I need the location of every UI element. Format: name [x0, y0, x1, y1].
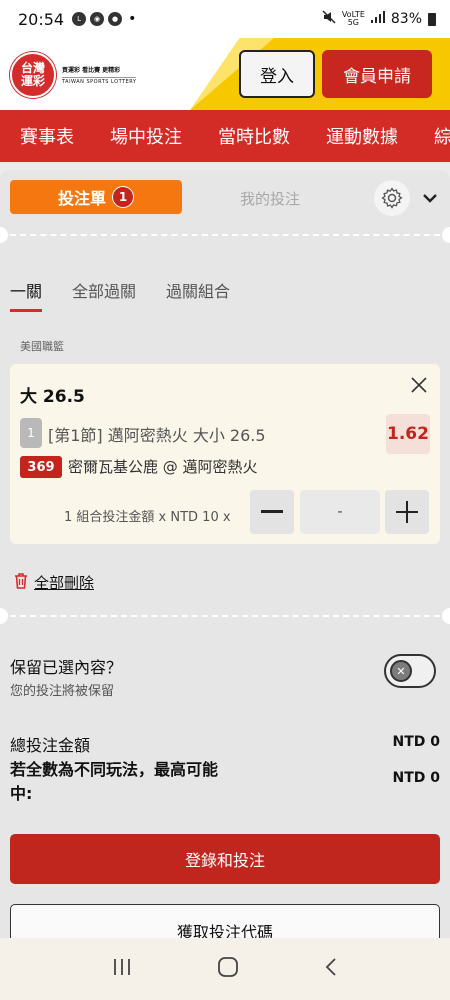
- keep-selection-title: 保留已選內容？: [10, 658, 123, 677]
- keep-selection-subtitle: 您的投注將被保留: [10, 684, 115, 699]
- period-number-chip: 1: [20, 418, 42, 448]
- total-stake-label: 總投注金額: [10, 736, 91, 755]
- bet-description: [第1節] 邁阿密熱火 大小 26.5: [48, 426, 266, 445]
- logo-english: TAIWAN SPORTS LOTTERY: [62, 77, 137, 85]
- delete-all-button[interactable]: 全部刪除: [14, 572, 94, 593]
- tab-single[interactable]: 一關: [10, 278, 43, 312]
- logo-emblem: 台灣 運彩: [10, 52, 56, 98]
- tab-parlay-combo[interactable]: 過關組合: [166, 278, 230, 302]
- status-bar: 20:54 L ◉ ● • VoLTE 5G 83%: [0, 0, 450, 38]
- site-header: 台灣 運彩 買運彩 看比賽 更精彩 TAIWAN SPORTS LOTTERY …: [0, 38, 450, 110]
- line-app-icon: L: [72, 12, 87, 26]
- taiwan-sports-lottery-logo[interactable]: 台灣 運彩 買運彩 看比賽 更精彩 TAIWAN SPORTS LOTTERY: [10, 52, 137, 98]
- register-button[interactable]: 會員申請: [322, 50, 432, 98]
- battery-percent: 83%: [390, 11, 422, 27]
- nav-item-live-betting[interactable]: 場中投注: [90, 123, 198, 149]
- keep-selection-toggle[interactable]: ✕: [384, 654, 436, 688]
- increase-stake-plus-button[interactable]: [385, 490, 429, 534]
- game-number-badge: 369: [20, 456, 62, 478]
- tab-my-bets[interactable]: 我的投注: [200, 188, 340, 209]
- max-win-value: NTD 0: [392, 770, 440, 786]
- ticket-notch-right: [442, 227, 450, 243]
- bet-card: 大 26.5 1 [第1節] 邁阿密熱火 大小 26.5 1.62 369 密爾…: [10, 364, 440, 544]
- dashed-divider-bottom: [0, 615, 450, 617]
- ticket-notch-right-2: [442, 608, 450, 624]
- nav-item-live-scores[interactable]: 當時比數: [198, 123, 306, 149]
- tab-betslip[interactable]: 投注單 1: [10, 180, 182, 214]
- delete-all-label: 全部刪除: [34, 574, 95, 592]
- betslip-panel: 投注單 1 我的投注 一關 全部過關 過關組合 美國職籃 大 26.5 1 [第…: [0, 170, 450, 1000]
- settings-gear-icon[interactable]: [374, 180, 410, 216]
- logo-tagline: 買運彩 看比賽 更精彩: [62, 67, 121, 74]
- logo-text-bottom: 運彩: [20, 74, 45, 88]
- remove-bet-close-icon[interactable]: [408, 374, 430, 396]
- back-icon[interactable]: [324, 957, 338, 981]
- bet-type-tabs: 一關 全部過關 過關組合: [10, 278, 230, 312]
- stake-amount-input[interactable]: -: [300, 490, 380, 534]
- login-button[interactable]: 登入: [239, 50, 315, 98]
- more-notifications-dot-icon: •: [128, 11, 137, 27]
- battery-icon: [428, 12, 436, 26]
- main-nav: 賽事表 場中投注 當時比數 運動數據 綜: [0, 110, 450, 162]
- bet-selection-title: 大 26.5: [20, 387, 85, 407]
- network-type-label: VoLTE 5G: [341, 10, 365, 27]
- nav-item-sports-data[interactable]: 運動數據: [306, 123, 414, 149]
- dashed-divider-top: [0, 234, 450, 236]
- match-teams: 密爾瓦基公鹿 @ 邁阿密熱火: [68, 458, 258, 476]
- logo-text: 買運彩 看比賽 更精彩 TAIWAN SPORTS LOTTERY: [62, 65, 137, 85]
- toggle-off-x-icon: ✕: [390, 660, 412, 682]
- record-icon: ●: [108, 12, 123, 26]
- max-win-label: 若全數為不同玩法，最高可能中:: [10, 760, 219, 803]
- signal-icon: [370, 11, 385, 27]
- tab-all-parlay[interactable]: 全部過關: [72, 278, 136, 302]
- mute-icon: [322, 10, 336, 28]
- nav-item-schedule[interactable]: 賽事表: [0, 123, 90, 149]
- home-icon[interactable]: [217, 956, 239, 982]
- trash-icon: [14, 572, 28, 593]
- notification-app-icon: ◉: [90, 12, 105, 26]
- decrease-stake-minus-button[interactable]: [250, 490, 294, 534]
- betslip-tabs: 投注單 1 我的投注: [0, 170, 450, 226]
- tab-betslip-label: 投注單: [57, 189, 106, 208]
- league-label: 美國職籃: [20, 340, 64, 353]
- nav-item-more[interactable]: 綜: [414, 123, 450, 149]
- system-navigation-bar: [0, 938, 450, 1000]
- login-and-bet-button[interactable]: 登錄和投注: [10, 834, 440, 884]
- betslip-count-badge: 1: [112, 186, 134, 208]
- odds-value: 1.62: [386, 414, 430, 454]
- clock: 20:54: [18, 9, 65, 29]
- total-stake-value: NTD 0: [392, 734, 440, 750]
- stake-label: 1 組合投注金額 x NTD 10 x: [64, 510, 231, 525]
- collapse-chevron-down-icon[interactable]: [420, 188, 440, 208]
- recent-apps-icon[interactable]: [112, 958, 132, 980]
